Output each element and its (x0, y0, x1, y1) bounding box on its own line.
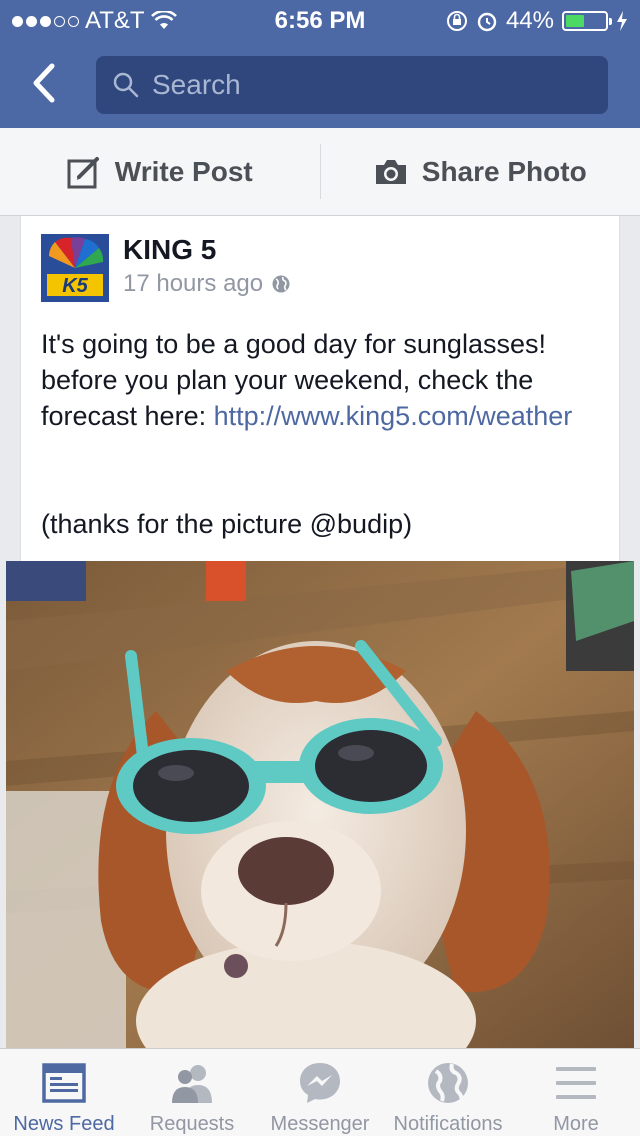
tab-label-messenger: Messenger (270, 1113, 370, 1135)
chevron-left-icon (33, 63, 55, 103)
nav-bar: Search (0, 40, 640, 128)
header: AT&T 6:56 PM 44% Search (0, 0, 640, 128)
post-card: K5 KING 5 17 hours ago It's going to be … (20, 216, 620, 561)
tab-label-requests: Requests (149, 1113, 235, 1135)
share-photo-label: Share Photo (421, 155, 587, 187)
back-button[interactable] (22, 58, 72, 108)
tab-label-more: More (553, 1113, 599, 1135)
post-meta: 17 hours ago (123, 270, 291, 298)
composer-bar: Write Post Share Photo (0, 128, 640, 216)
post-author[interactable]: KING 5 (123, 234, 216, 266)
status-bar: AT&T 6:56 PM 44% (0, 0, 640, 40)
tab-more[interactable]: More (512, 1049, 640, 1136)
tab-label-notifications: Notifications (393, 1113, 503, 1135)
dog-with-sunglasses-photo (6, 561, 634, 1048)
tab-label-news-feed: News Feed (13, 1113, 115, 1135)
write-post-label: Write Post (114, 155, 253, 187)
messenger-icon (300, 1063, 340, 1103)
post-message: It's going to be a good day for sunglass… (41, 326, 601, 434)
post-photo[interactable] (6, 561, 634, 1048)
post-time[interactable]: 17 hours ago (123, 270, 263, 298)
search-placeholder: Search (152, 69, 241, 100)
tab-messenger[interactable]: Messenger (256, 1049, 384, 1136)
post-credit: (thanks for the picture @budip) (41, 509, 413, 539)
public-globe-icon (272, 275, 290, 293)
search-icon (113, 72, 139, 98)
tab-bar: News Feed Requests Messenger Notificatio… (0, 1048, 640, 1136)
search-input[interactable]: Search (96, 56, 608, 114)
post-link[interactable]: http://www.king5.com/weather (214, 401, 573, 431)
tab-notifications[interactable]: Notifications (384, 1049, 512, 1136)
battery-icon (562, 11, 612, 31)
globe-icon (428, 1063, 468, 1103)
pencil-icon (67, 156, 99, 188)
king5-logo: K5 (41, 234, 109, 302)
avatar-text: K5 (62, 275, 88, 297)
tab-requests[interactable]: Requests (128, 1049, 256, 1136)
menu-icon (556, 1067, 596, 1099)
news-feed-icon (42, 1063, 86, 1103)
orientation-lock-icon (446, 11, 467, 31)
page-avatar[interactable]: K5 (41, 234, 109, 302)
charging-icon (617, 11, 627, 31)
battery-percent: 44% (505, 7, 554, 34)
camera-icon (375, 159, 406, 184)
alarm-icon (477, 12, 497, 32)
friend-requests-icon (172, 1065, 212, 1103)
share-photo-button[interactable]: Share Photo (321, 128, 640, 215)
news-feed: K5 KING 5 17 hours ago It's going to be … (0, 216, 640, 1048)
status-right: 44% (446, 7, 628, 35)
tab-news-feed[interactable]: News Feed (0, 1049, 128, 1136)
write-post-button[interactable]: Write Post (0, 128, 320, 215)
